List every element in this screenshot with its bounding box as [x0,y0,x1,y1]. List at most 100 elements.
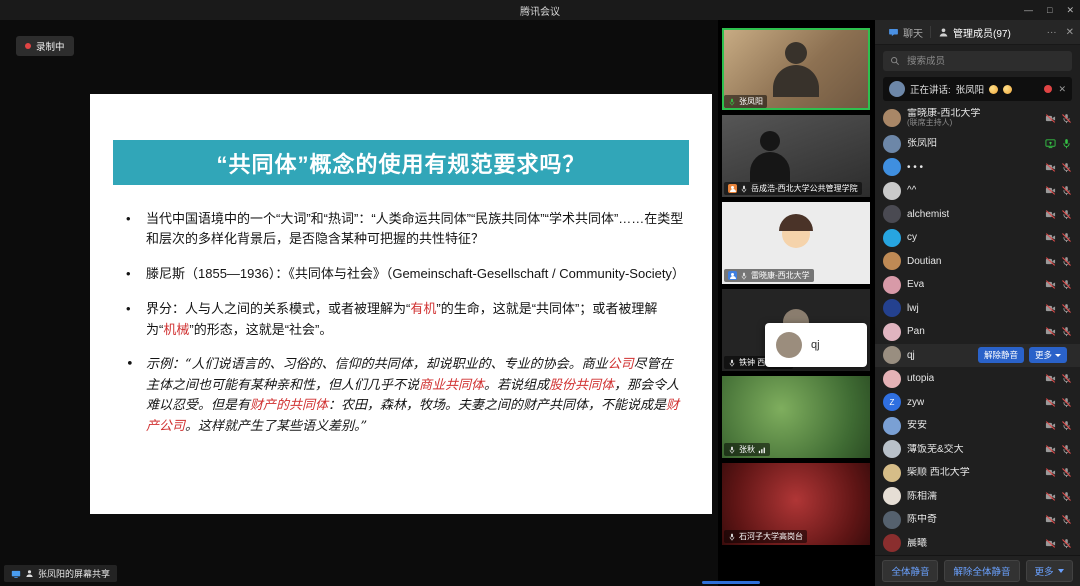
applause-icon [989,85,998,94]
camera-off-icon[interactable] [1045,514,1056,525]
member-row[interactable]: 晨曦 [875,532,1080,556]
member-row[interactable]: Doutian [875,250,1080,274]
member-name: Pan [907,326,925,338]
member-name: 薄饭芜&交大 [907,444,964,456]
member-avatar [883,323,901,341]
member-row[interactable]: 陈相濡 [875,485,1080,509]
camera-off-icon[interactable] [1045,420,1056,431]
member-row[interactable]: 张凤阳 [875,132,1080,156]
camera-off-icon[interactable] [1045,279,1056,290]
mute-all-button[interactable]: 全体静音 [882,560,938,582]
member-avatar [883,109,901,127]
person-icon [25,569,34,578]
camera-off-icon[interactable] [1045,373,1056,384]
mic-off-icon[interactable] [1061,491,1072,502]
panel-more-button[interactable]: ··· [1047,27,1057,38]
screen-share-icon [1045,138,1056,149]
mic-off-icon[interactable] [1061,467,1072,478]
member-row[interactable]: Eva [875,273,1080,297]
mic-off-icon[interactable] [1061,162,1072,173]
member-row[interactable]: 陈中奇 [875,508,1080,532]
mic-off-icon[interactable] [1061,326,1072,337]
camera-off-icon[interactable] [1045,444,1056,455]
tab-members[interactable]: 管理成员(97) [931,20,1018,44]
member-row[interactable]: 柴顺 西北大学 [875,461,1080,485]
camera-off-icon[interactable] [1045,326,1056,337]
mic-off-icon[interactable] [1061,232,1072,243]
close-button[interactable]: ✕ [1066,0,1074,20]
panel-close-button[interactable]: ✕ [1066,27,1074,38]
camera-off-icon[interactable] [1045,232,1056,243]
mic-on-icon[interactable] [1061,138,1072,149]
mic-off-icon[interactable] [1061,209,1072,220]
slide-bullets: 当代中国语境中的一个“大词”和“热词”：“人类命运共同体”“民族共同体”“学术共… [126,209,684,438]
minimize-button[interactable]: — [1024,0,1033,20]
member-avatar: Z [883,393,901,411]
member-row[interactable]: 安安 [875,414,1080,438]
tab-chat[interactable]: 聊天 [881,20,930,44]
member-row[interactable]: Z zyw [875,391,1080,415]
member-name: 柴顺 西北大学 [907,467,970,479]
mic-off-icon[interactable] [1061,397,1072,408]
participant-name: 张秋 [739,444,755,455]
member-row[interactable]: alchemist [875,203,1080,227]
mic-off-icon[interactable] [1061,373,1072,384]
video-thumbnail[interactable]: 岳成浩-西北大学公共管理学院 [722,115,870,197]
camera-off-icon[interactable] [1045,113,1056,124]
camera-off-icon[interactable] [1045,491,1056,502]
camera-off-icon[interactable] [1045,209,1056,220]
screen-share-label: 张凤阳的屏幕共享 [38,567,110,580]
dismiss-banner-button[interactable]: ✕ [1058,84,1066,95]
video-thumbnail[interactable]: 雷晓康-西北大学 [722,202,870,284]
participant-name: 石河子大学高岗台 [739,531,803,542]
mic-off-icon[interactable] [1061,420,1072,431]
presentation-slide: “共同体”概念的使用有规范要求吗？ 当代中国语境中的一个“大词”和“热词”：“人… [90,94,712,514]
member-row[interactable]: utopia [875,367,1080,391]
member-row[interactable]: ^^ [875,179,1080,203]
slide-bullet: 滕尼斯（1855—1936）：《共同体与社会》（Gemeinschaft-Ges… [126,264,684,284]
member-row[interactable]: 薄饭芜&交大 [875,438,1080,462]
member-name: Doutian [907,256,941,268]
camera-off-icon[interactable] [1045,256,1056,267]
camera-off-icon[interactable] [1045,162,1056,173]
mic-off-icon[interactable] [1061,256,1072,267]
mic-off-icon[interactable] [1061,303,1072,314]
member-row[interactable]: lwj [875,297,1080,321]
avatar [889,81,905,97]
member-name: utopia [907,373,934,385]
member-row[interactable]: cy [875,226,1080,250]
mic-off-icon[interactable] [1061,113,1072,124]
stage-scrollbar[interactable] [702,581,760,584]
member-name: ^^ [907,185,916,197]
mic-off-icon[interactable] [1061,514,1072,525]
member-avatar [883,299,901,317]
video-thumbnail[interactable]: 石河子大学高岗台 [722,463,870,545]
maximize-button[interactable]: □ [1047,0,1052,20]
member-row[interactable]: Pan [875,320,1080,344]
member-avatar [883,487,901,505]
mic-off-icon[interactable] [1061,279,1072,290]
camera-off-icon[interactable] [1045,185,1056,196]
more-button[interactable]: 更多 [1029,347,1067,363]
member-row[interactable]: • • • [875,156,1080,180]
member-avatar [883,464,901,482]
member-row[interactable]: qj 解除静音 更多 [875,344,1080,368]
member-name: 晨曦 [907,538,927,550]
participant-popup: qj [765,323,867,367]
panel-footer: 全体静音 解除全体静音 更多 [875,555,1080,586]
video-thumbnail[interactable]: 张秋 [722,376,870,458]
camera-off-icon[interactable] [1045,303,1056,314]
unmute-button[interactable]: 解除静音 [978,347,1024,363]
unmute-all-button[interactable]: 解除全体静音 [944,560,1019,582]
camera-off-icon[interactable] [1045,467,1056,478]
mic-off-icon[interactable] [1061,538,1072,549]
mic-off-icon[interactable] [1061,185,1072,196]
search-input[interactable] [905,55,1065,68]
member-row[interactable]: 雷晓康-西北大学 (联席主持人) [875,104,1080,132]
mic-off-icon[interactable] [1061,444,1072,455]
camera-off-icon[interactable] [1045,397,1056,408]
more-actions-button[interactable]: 更多 [1026,560,1073,582]
screen-share-status-bar[interactable]: 张凤阳的屏幕共享 [4,565,117,582]
video-thumbnail[interactable]: 张凤阳 [722,28,870,110]
camera-off-icon[interactable] [1045,538,1056,549]
